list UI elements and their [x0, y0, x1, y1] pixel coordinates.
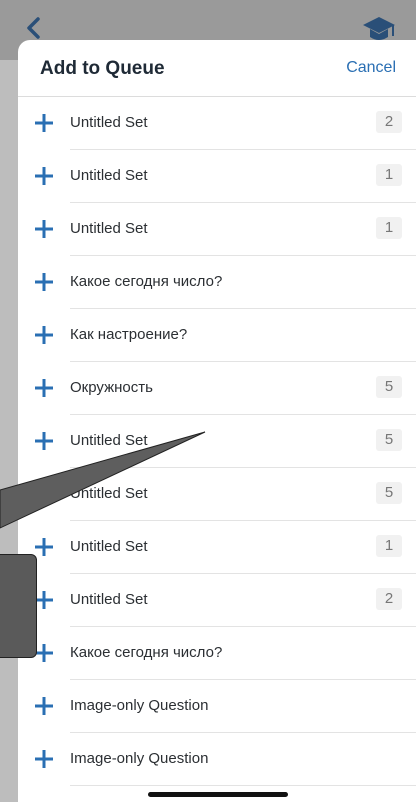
- list-item-label: Untitled Set: [70, 485, 148, 502]
- item-count-badge: 2: [376, 111, 402, 133]
- plus-icon[interactable]: [34, 378, 54, 398]
- list-item[interactable]: Как настроение?: [18, 309, 416, 362]
- list-item[interactable]: Какое сегодня число?: [18, 627, 416, 680]
- list-item[interactable]: Untitled Set 5: [18, 415, 416, 468]
- item-count-badge: 5: [376, 429, 402, 451]
- plus-icon[interactable]: [34, 431, 54, 451]
- list-item-label: Untitled Set: [70, 220, 148, 237]
- item-count-badge: 2: [376, 588, 402, 610]
- chevron-left-icon[interactable]: [24, 16, 42, 40]
- plus-icon[interactable]: [34, 537, 54, 557]
- list-item-label: Image-only Question: [70, 750, 209, 767]
- list-item[interactable]: Какое сегодня число?: [18, 256, 416, 309]
- set-list: Untitled Set 2 Untitled Set 1 Untitled Set 1 К…: [18, 97, 416, 786]
- callout-box: [0, 554, 37, 658]
- list-item[interactable]: Untitled Set 2: [18, 97, 416, 150]
- list-item-label: Image-only Question: [70, 697, 209, 714]
- list-item[interactable]: Image-only Question: [18, 680, 416, 733]
- list-item-label: Как настроение?: [70, 326, 188, 343]
- add-to-queue-sheet: Add to Queue Cancel Untitled Set 2 Untitle…: [18, 40, 416, 802]
- list-item[interactable]: Untitled Set 2: [18, 574, 416, 627]
- plus-icon[interactable]: [34, 325, 54, 345]
- list-item[interactable]: Окружность 5: [18, 362, 416, 415]
- plus-icon[interactable]: [34, 484, 54, 504]
- plus-icon[interactable]: [34, 643, 54, 663]
- list-item-label: Untitled Set: [70, 167, 148, 184]
- sheet-title: Add to Queue: [40, 58, 165, 79]
- list-item-label: Какое сегодня число?: [70, 273, 223, 290]
- item-count-badge: 5: [376, 376, 402, 398]
- plus-icon[interactable]: [34, 166, 54, 186]
- list-item[interactable]: Untitled Set 1: [18, 150, 416, 203]
- item-count-badge: 1: [376, 164, 402, 186]
- list-item[interactable]: Image-only Question: [18, 733, 416, 786]
- list-item-label: Какое сегодня число?: [70, 644, 223, 661]
- plus-icon[interactable]: [34, 749, 54, 769]
- row-divider: [70, 785, 416, 786]
- cancel-button[interactable]: Cancel: [346, 59, 396, 77]
- item-count-badge: 5: [376, 482, 402, 504]
- list-item-label: Untitled Set: [70, 114, 148, 131]
- list-item-label: Untitled Set: [70, 538, 148, 555]
- home-indicator: [148, 792, 288, 797]
- list-item-label: Untitled Set: [70, 432, 148, 449]
- sheet-header: Add to Queue Cancel: [18, 40, 416, 97]
- item-count-badge: 1: [376, 217, 402, 239]
- list-item-label: Untitled Set: [70, 591, 148, 608]
- list-item[interactable]: Untitled Set 1: [18, 203, 416, 256]
- plus-icon[interactable]: [34, 590, 54, 610]
- plus-icon[interactable]: [34, 113, 54, 133]
- plus-icon[interactable]: [34, 219, 54, 239]
- list-item[interactable]: Untitled Set 1: [18, 521, 416, 574]
- list-item[interactable]: Untitled Set 5: [18, 468, 416, 521]
- item-count-badge: 1: [376, 535, 402, 557]
- list-item-label: Окружность: [70, 379, 153, 396]
- plus-icon[interactable]: [34, 272, 54, 292]
- plus-icon[interactable]: [34, 696, 54, 716]
